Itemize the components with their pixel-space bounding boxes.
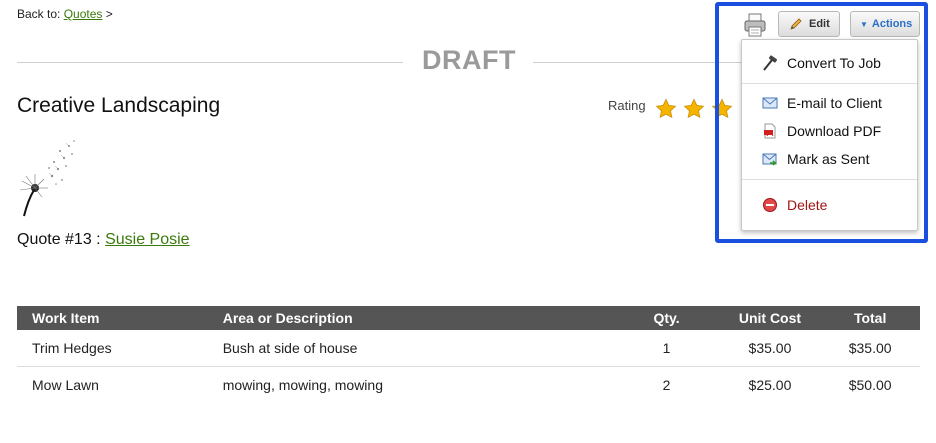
pencil-icon (790, 18, 802, 30)
cell-description: Bush at side of house (222, 330, 614, 367)
cell-work-item: Trim Hedges (17, 330, 223, 367)
menu-item-download-pdf[interactable]: Download PDF (742, 119, 917, 143)
cell-unit-cost: $35.00 (719, 330, 821, 367)
hammer-icon (763, 55, 778, 71)
star-icon[interactable] (655, 98, 677, 120)
menu-item-label: E-mail to Client (787, 95, 882, 111)
column-header-work-item: Work Item (17, 306, 223, 330)
caret-down-icon: ▼ (860, 19, 868, 29)
divider-right (533, 62, 743, 63)
actions-button[interactable]: ▼ Actions (850, 11, 920, 37)
menu-item-label: Mark as Sent (787, 151, 870, 167)
menu-item-mark-as-sent[interactable]: Mark as Sent (742, 147, 917, 171)
menu-divider (742, 179, 917, 180)
quote-number: Quote #13 : (17, 231, 101, 248)
divider-left (17, 62, 403, 63)
table-row: Mow Lawn mowing, mowing, mowing 2 $25.00… (17, 367, 920, 404)
table-header-row: Work Item Area or Description Qty. Unit … (17, 306, 920, 330)
menu-item-label: Download PDF (787, 123, 882, 139)
column-header-description: Area or Description (222, 306, 614, 330)
cell-total: $35.00 (820, 330, 920, 367)
menu-item-email-to-client[interactable]: E-mail to Client (742, 91, 917, 115)
actions-button-label: Actions (871, 18, 913, 30)
status-label: DRAFT (422, 45, 516, 75)
column-header-total: Total (820, 306, 920, 330)
breadcrumb-prefix: Back to: (17, 7, 61, 21)
delete-icon (763, 198, 777, 212)
cell-work-item: Mow Lawn (32, 377, 99, 393)
edit-button[interactable]: Edit (778, 11, 840, 37)
sent-mail-icon (762, 153, 777, 166)
actions-dropdown-menu: Convert To Job E-mail to Client Download… (741, 39, 918, 231)
cell-description: mowing, mowing, mowing (222, 377, 383, 393)
cell-unit-cost: $25.00 (748, 377, 792, 393)
table-row: Trim Hedges Bush at side of house 1 $35.… (17, 330, 920, 367)
menu-item-delete[interactable]: Delete (742, 193, 917, 217)
breadcrumb: Back to: Quotes > (17, 7, 113, 21)
menu-item-convert-to-job[interactable]: Convert To Job (742, 51, 917, 75)
cell-total: $50.00 (848, 377, 892, 393)
dandelion-logo (19, 140, 75, 217)
column-header-qty: Qty. (613, 306, 720, 330)
breadcrumb-quotes-link[interactable]: Quotes (64, 7, 103, 21)
menu-item-label: Convert To Job (787, 55, 881, 71)
contact-link[interactable]: Susie Posie (105, 231, 190, 248)
cell-qty: 2 (662, 377, 671, 393)
work-items-table: Work Item Area or Description Qty. Unit … (17, 306, 920, 403)
menu-divider (742, 83, 917, 84)
cell-qty: 1 (613, 330, 720, 367)
envelope-icon (762, 97, 778, 109)
menu-item-label: Delete (787, 197, 828, 213)
column-header-unit-cost: Unit Cost (719, 306, 821, 330)
breadcrumb-separator: > (105, 7, 113, 21)
rating-label: Rating (608, 98, 646, 113)
client-name: Creative Landscaping (17, 94, 221, 117)
edit-button-label: Edit (809, 18, 830, 30)
star-icon[interactable] (711, 98, 733, 120)
printer-icon[interactable] (742, 12, 768, 38)
pdf-icon (764, 123, 776, 139)
star-icon[interactable] (683, 98, 705, 120)
quote-number-line: Quote #13 : Susie Posie (17, 231, 190, 249)
